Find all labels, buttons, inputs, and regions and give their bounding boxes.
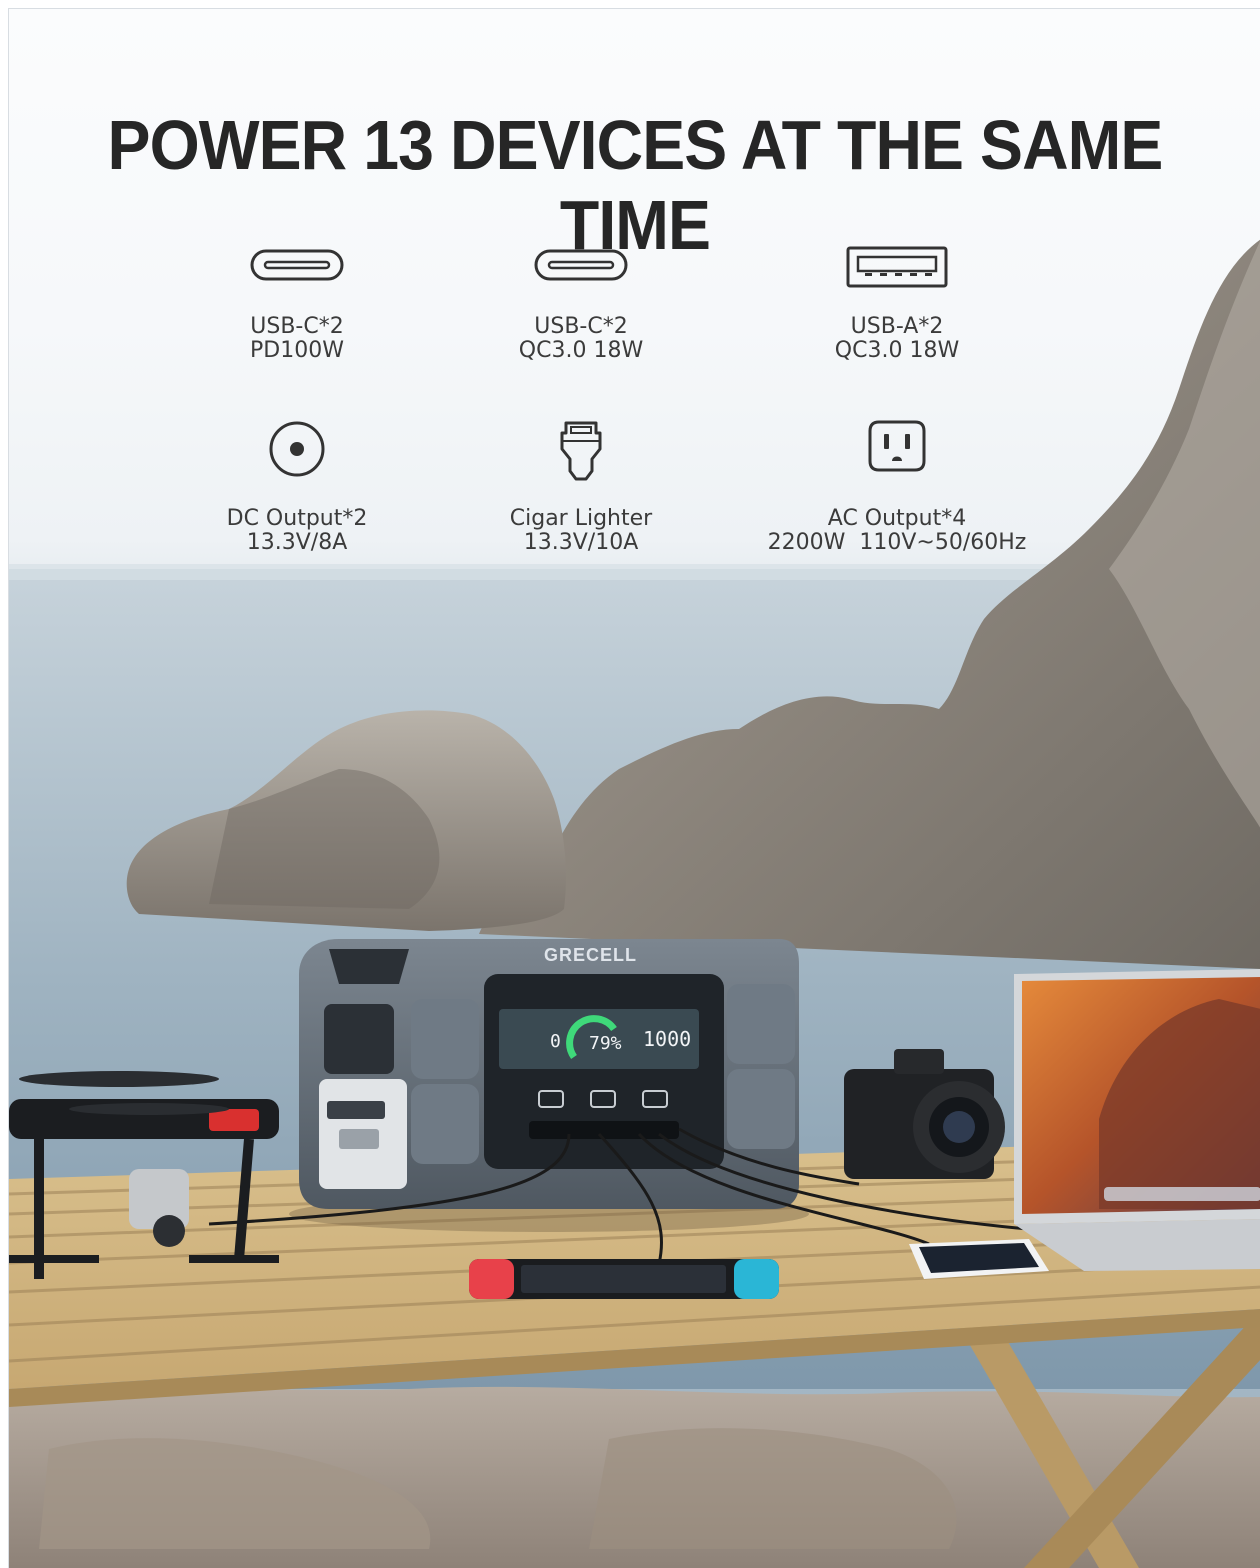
- port-label: USB-C*2: [534, 314, 628, 339]
- dc-port-icon: [147, 419, 447, 507]
- port-label: Cigar Lighter: [509, 506, 653, 531]
- usb-c-port-icon: [147, 245, 447, 315]
- car-charger-icon: [431, 419, 731, 507]
- port-cigar-lighter: Cigar Lighter 13.3V/10A: [431, 419, 731, 555]
- usb-a-port-icon: [747, 245, 1047, 315]
- port-spec: QC3.0 18W: [834, 338, 960, 363]
- ac-outlet-icon: [747, 419, 1047, 507]
- port-usb-c-pd: USB-C*2 PD100W: [147, 245, 447, 363]
- output-watts-readout: 1000: [643, 1027, 692, 1051]
- port-label: AC Output*4: [827, 506, 967, 531]
- port-usb-a: USB-A*2 QC3.0 18W: [747, 245, 1047, 363]
- port-dc-output: DC Output*2 13.3V/8A: [147, 419, 447, 555]
- port-spec: 13.3V/8A: [246, 530, 348, 555]
- port-label: DC Output*2: [226, 506, 368, 531]
- port-spec: QC3.0 18W: [518, 338, 644, 363]
- port-spec: 13.3V/10A: [523, 530, 639, 555]
- input-watts-readout: 0: [550, 1031, 561, 1052]
- port-spec: PD100W: [250, 338, 344, 363]
- port-ac-output: AC Output*4 2200W 110V~50/60Hz: [747, 419, 1047, 555]
- usb-c-port-icon: [431, 245, 731, 315]
- brand-logo: GRECELL: [544, 945, 638, 965]
- battery-percent-readout: 79%: [589, 1033, 622, 1054]
- port-usb-c-qc: USB-C*2 QC3.0 18W: [431, 245, 731, 363]
- port-label: USB-A*2: [850, 314, 944, 339]
- port-spec: 2200W 110V~50/60Hz: [767, 530, 1027, 555]
- port-label: USB-C*2: [250, 314, 344, 339]
- headline: POWER 13 DEVICES AT THE SAME TIME: [107, 106, 1164, 264]
- product-banner: POWER 13 DEVICES AT THE SAME TIME USB-C*…: [8, 8, 1260, 1568]
